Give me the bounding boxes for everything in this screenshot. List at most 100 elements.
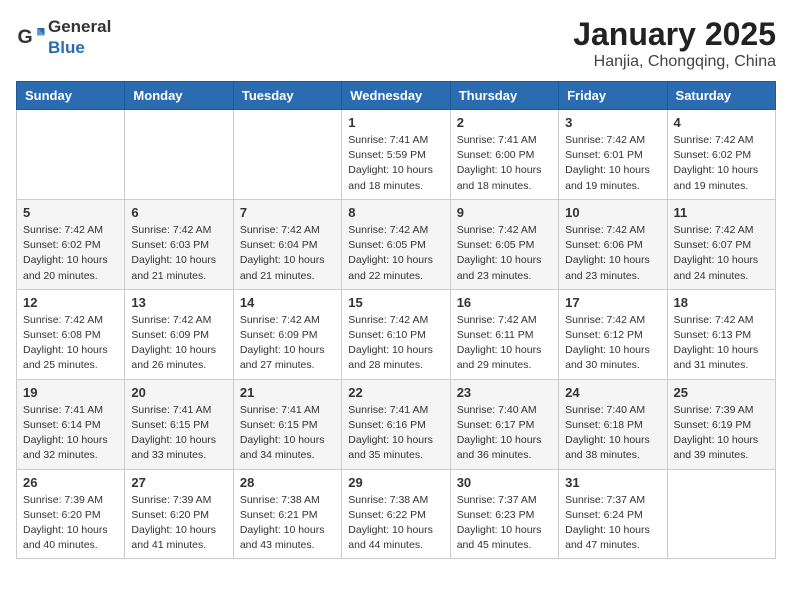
- weekday-header-monday: Monday: [125, 82, 233, 110]
- day-number: 29: [348, 475, 443, 490]
- day-number: 8: [348, 205, 443, 220]
- day-info: Sunrise: 7:41 AMSunset: 5:59 PMDaylight:…: [348, 133, 443, 194]
- calendar-cell: 6Sunrise: 7:42 AMSunset: 6:03 PMDaylight…: [125, 199, 233, 289]
- calendar-cell: 10Sunrise: 7:42 AMSunset: 6:06 PMDayligh…: [559, 199, 667, 289]
- calendar-cell: 21 Sunrise: 7:41 AMSunset: 6:15 PMDayligh…: [233, 379, 341, 469]
- day-info: Sunrise: 7:42 AMSunset: 6:09 PMDaylight:…: [240, 313, 335, 374]
- logo-icon: G: [16, 22, 46, 52]
- calendar-cell: [667, 469, 775, 559]
- calendar-week-4: 19 Sunrise: 7:41 AMSunset: 6:14 PMDayligh…: [17, 379, 776, 469]
- day-number: 3: [565, 115, 660, 130]
- day-info: Sunrise: 7:41 AMSunset: 6:14 PMDaylight:…: [23, 403, 118, 464]
- calendar-cell: [233, 110, 341, 200]
- day-info: Sunrise: 7:42 AMSunset: 6:11 PMDaylight:…: [457, 313, 552, 374]
- calendar-subtitle: Hanjia, Chongqing, China: [573, 53, 776, 71]
- calendar-cell: 7Sunrise: 7:42 AMSunset: 6:04 PMDaylight…: [233, 199, 341, 289]
- day-info: Sunrise: 7:39 AMSunset: 6:19 PMDaylight:…: [674, 403, 769, 464]
- day-info: Sunrise: 7:38 AMSunset: 6:22 PMDaylight:…: [348, 493, 443, 554]
- title-block: January 2025 Hanjia, Chongqing, China: [573, 16, 776, 71]
- calendar-cell: 28Sunrise: 7:38 AMSunset: 6:21 PMDayligh…: [233, 469, 341, 559]
- weekday-header-row: SundayMondayTuesdayWednesdayThursdayFrid…: [17, 82, 776, 110]
- day-number: 22: [348, 385, 443, 400]
- day-info: Sunrise: 7:37 AMSunset: 6:24 PMDaylight:…: [565, 493, 660, 554]
- calendar-cell: 12 Sunrise: 7:42 AMSunset: 6:08 PMDayligh…: [17, 289, 125, 379]
- day-number: 12: [23, 295, 118, 310]
- day-info: Sunrise: 7:39 AMSunset: 6:20 PMDaylight:…: [131, 493, 226, 554]
- weekday-header-friday: Friday: [559, 82, 667, 110]
- calendar-cell: 2Sunrise: 7:41 AMSunset: 6:00 PMDaylight…: [450, 110, 558, 200]
- calendar-cell: 20 Sunrise: 7:41 AMSunset: 6:15 PMDayligh…: [125, 379, 233, 469]
- day-number: 24: [565, 385, 660, 400]
- calendar-cell: 8 Sunrise: 7:42 AMSunset: 6:05 PMDaylight…: [342, 199, 450, 289]
- calendar-title: January 2025: [573, 16, 776, 53]
- day-info: Sunrise: 7:42 AMSunset: 6:01 PMDaylight:…: [565, 133, 660, 194]
- day-number: 4: [674, 115, 769, 130]
- calendar-cell: 23Sunrise: 7:40 AMSunset: 6:17 PMDayligh…: [450, 379, 558, 469]
- day-number: 25: [674, 385, 769, 400]
- calendar-cell: 1Sunrise: 7:41 AMSunset: 5:59 PMDaylight…: [342, 110, 450, 200]
- calendar-cell: 3 Sunrise: 7:42 AMSunset: 6:01 PMDaylight…: [559, 110, 667, 200]
- day-number: 5: [23, 205, 118, 220]
- calendar-cell: [125, 110, 233, 200]
- day-info: Sunrise: 7:42 AMSunset: 6:08 PMDaylight:…: [23, 313, 118, 374]
- calendar-cell: 18Sunrise: 7:42 AMSunset: 6:13 PMDayligh…: [667, 289, 775, 379]
- day-info: Sunrise: 7:37 AMSunset: 6:23 PMDaylight:…: [457, 493, 552, 554]
- calendar-table: SundayMondayTuesdayWednesdayThursdayFrid…: [16, 81, 776, 559]
- day-number: 21: [240, 385, 335, 400]
- calendar-cell: 17 Sunrise: 7:42 AMSunset: 6:12 PMDayligh…: [559, 289, 667, 379]
- day-number: 11: [674, 205, 769, 220]
- day-info: Sunrise: 7:42 AMSunset: 6:07 PMDaylight:…: [674, 223, 769, 284]
- day-info: Sunrise: 7:42 AMSunset: 6:02 PMDaylight:…: [674, 133, 769, 194]
- day-number: 17: [565, 295, 660, 310]
- day-info: Sunrise: 7:42 AMSunset: 6:05 PMDaylight:…: [457, 223, 552, 284]
- calendar-week-1: 1Sunrise: 7:41 AMSunset: 5:59 PMDaylight…: [17, 110, 776, 200]
- day-number: 15: [348, 295, 443, 310]
- calendar-cell: 30Sunrise: 7:37 AMSunset: 6:23 PMDayligh…: [450, 469, 558, 559]
- day-info: Sunrise: 7:42 AMSunset: 6:04 PMDaylight:…: [240, 223, 335, 284]
- day-number: 23: [457, 385, 552, 400]
- day-info: Sunrise: 7:41 AMSunset: 6:15 PMDaylight:…: [131, 403, 226, 464]
- calendar-cell: 9 Sunrise: 7:42 AMSunset: 6:05 PMDaylight…: [450, 199, 558, 289]
- day-number: 9: [457, 205, 552, 220]
- weekday-header-sunday: Sunday: [17, 82, 125, 110]
- day-info: Sunrise: 7:42 AMSunset: 6:12 PMDaylight:…: [565, 313, 660, 374]
- weekday-header-thursday: Thursday: [450, 82, 558, 110]
- calendar-week-3: 12 Sunrise: 7:42 AMSunset: 6:08 PMDayligh…: [17, 289, 776, 379]
- logo-blue: Blue: [48, 38, 85, 57]
- calendar-cell: 29 Sunrise: 7:38 AMSunset: 6:22 PMDayligh…: [342, 469, 450, 559]
- calendar-cell: 16Sunrise: 7:42 AMSunset: 6:11 PMDayligh…: [450, 289, 558, 379]
- day-number: 13: [131, 295, 226, 310]
- calendar-cell: 15 Sunrise: 7:42 AMSunset: 6:10 PMDayligh…: [342, 289, 450, 379]
- day-number: 20: [131, 385, 226, 400]
- day-number: 27: [131, 475, 226, 490]
- calendar-week-5: 26 Sunrise: 7:39 AMSunset: 6:20 PMDayligh…: [17, 469, 776, 559]
- day-info: Sunrise: 7:41 AMSunset: 6:15 PMDaylight:…: [240, 403, 335, 464]
- day-number: 19: [23, 385, 118, 400]
- calendar-cell: 26Sunrise: 7:39 AMSunset: 6:20 PMDayligh…: [17, 469, 125, 559]
- calendar-cell: 27 Sunrise: 7:39 AMSunset: 6:20 PMDayligh…: [125, 469, 233, 559]
- calendar-cell: 25 Sunrise: 7:39 AMSunset: 6:19 PMDayligh…: [667, 379, 775, 469]
- day-info: Sunrise: 7:42 AMSunset: 6:05 PMDaylight:…: [348, 223, 443, 284]
- day-info: Sunrise: 7:42 AMSunset: 6:10 PMDaylight:…: [348, 313, 443, 374]
- logo: G General Blue: [16, 16, 111, 58]
- calendar-cell: 11 Sunrise: 7:42 AMSunset: 6:07 PMDayligh…: [667, 199, 775, 289]
- day-number: 6: [131, 205, 226, 220]
- day-info: Sunrise: 7:42 AMSunset: 6:02 PMDaylight:…: [23, 223, 118, 284]
- calendar-cell: 4 Sunrise: 7:42 AMSunset: 6:02 PMDaylight…: [667, 110, 775, 200]
- day-number: 26: [23, 475, 118, 490]
- logo-general: General: [48, 17, 111, 36]
- day-info: Sunrise: 7:41 AMSunset: 6:00 PMDaylight:…: [457, 133, 552, 194]
- day-number: 18: [674, 295, 769, 310]
- calendar-week-2: 5 Sunrise: 7:42 AMSunset: 6:02 PMDaylight…: [17, 199, 776, 289]
- calendar-cell: 5 Sunrise: 7:42 AMSunset: 6:02 PMDaylight…: [17, 199, 125, 289]
- calendar-cell: [17, 110, 125, 200]
- calendar-cell: 13 Sunrise: 7:42 AMSunset: 6:09 PMDayligh…: [125, 289, 233, 379]
- day-info: Sunrise: 7:42 AMSunset: 6:06 PMDaylight:…: [565, 223, 660, 284]
- day-info: Sunrise: 7:41 AMSunset: 6:16 PMDaylight:…: [348, 403, 443, 464]
- weekday-header-saturday: Saturday: [667, 82, 775, 110]
- calendar-cell: 24Sunrise: 7:40 AMSunset: 6:18 PMDayligh…: [559, 379, 667, 469]
- day-number: 28: [240, 475, 335, 490]
- day-info: Sunrise: 7:42 AMSunset: 6:09 PMDaylight:…: [131, 313, 226, 374]
- calendar-cell: 14Sunrise: 7:42 AMSunset: 6:09 PMDayligh…: [233, 289, 341, 379]
- day-number: 31: [565, 475, 660, 490]
